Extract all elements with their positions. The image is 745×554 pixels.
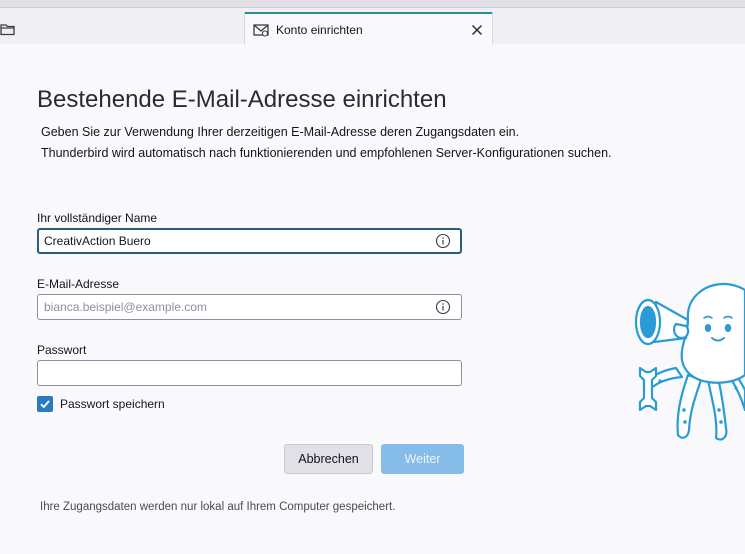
folder-button[interactable] bbox=[0, 20, 20, 38]
close-icon[interactable] bbox=[469, 22, 485, 38]
page-title: Bestehende E-Mail-Adresse einrichten bbox=[37, 86, 447, 113]
tab-label: Konto einrichten bbox=[276, 23, 363, 37]
tab-bar: Konto einrichten bbox=[0, 0, 745, 45]
email-input[interactable] bbox=[37, 294, 462, 320]
folder-icon bbox=[0, 23, 15, 35]
mail-setup-icon bbox=[253, 24, 269, 37]
name-input[interactable] bbox=[37, 228, 462, 254]
email-label: E-Mail-Adresse bbox=[37, 277, 120, 291]
next-button[interactable]: Weiter bbox=[381, 444, 464, 474]
page-description-line-2: Thunderbird wird automatisch nach funkti… bbox=[41, 146, 612, 160]
tab-account-setup[interactable]: Konto einrichten bbox=[244, 12, 493, 45]
name-label: Ihr vollständiger Name bbox=[37, 211, 158, 225]
cancel-button[interactable]: Abbrechen bbox=[284, 444, 373, 474]
window-top-strip bbox=[0, 0, 745, 8]
remember-password-checkbox[interactable] bbox=[37, 396, 53, 412]
password-input[interactable] bbox=[37, 360, 462, 386]
footer-note: Ihre Zugangsdaten werden nur lokal auf I… bbox=[40, 501, 396, 513]
remember-password-label[interactable]: Passwort speichern bbox=[60, 397, 165, 411]
octopus-mascot-illustration bbox=[634, 282, 745, 441]
info-icon[interactable] bbox=[435, 299, 451, 315]
password-label: Passwort bbox=[37, 343, 87, 357]
checkmark-icon bbox=[40, 400, 50, 409]
info-icon[interactable] bbox=[435, 233, 451, 249]
page-description-line-1: Geben Sie zur Verwendung Ihrer derzeitig… bbox=[41, 125, 520, 139]
